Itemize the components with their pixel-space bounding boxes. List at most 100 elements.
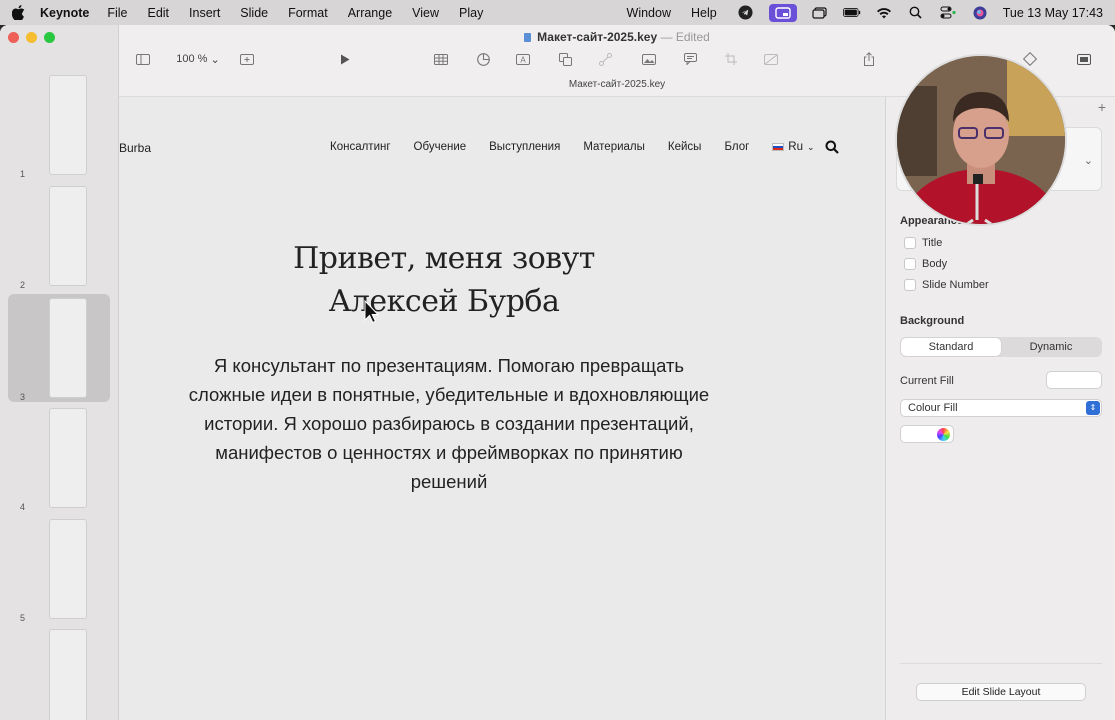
zoom-value: 100 % [176,53,208,65]
wifi-icon[interactable] [875,6,893,20]
site-logo-text[interactable]: Burba [119,141,151,155]
webcam-overlay [895,54,1067,226]
site-navigation: Консалтинг Обучение Выступления Материал… [330,141,833,153]
nav-item-materials[interactable]: Материалы [583,141,645,153]
menu-arrange[interactable]: Arrange [348,6,392,20]
svg-text:A: A [520,55,526,64]
checkbox-box[interactable] [904,279,916,291]
telegram-icon[interactable] [737,5,755,20]
connection-line-icon [597,51,613,67]
up-down-arrows-icon: ⇕ [1086,401,1100,415]
current-fill-label: Current Fill [900,375,954,387]
language-switcher[interactable]: Ru ⌄ [772,141,815,153]
title-checkbox[interactable]: Title [904,237,942,249]
color-wheel-icon[interactable] [937,428,950,441]
nav-item-consulting[interactable]: Консалтинг [330,141,391,153]
search-icon[interactable] [825,140,839,154]
presenter-video-image [897,56,1065,224]
menubar-status-area: Window Help Tue 13 May 17:43 [627,0,1103,25]
russian-flag-icon [772,143,785,151]
menu-slide[interactable]: Slide [240,6,268,20]
slide-preview [49,75,87,175]
slide-number: 3 [20,392,26,402]
chart-icon[interactable] [475,51,491,67]
window-controls [8,32,55,43]
slide-thumbnail[interactable] [8,625,110,720]
nav-item-blog[interactable]: Блог [724,141,749,153]
minimize-window-button[interactable] [26,32,37,43]
document-inspector-icon[interactable] [1075,51,1093,67]
menu-insert[interactable]: Insert [189,6,220,20]
dynamic-segment[interactable]: Dynamic [1001,338,1101,356]
hero-title[interactable]: Привет, меня зовут Алексей Бурба [119,237,769,323]
screen-record-icon[interactable] [768,3,797,22]
play-icon[interactable] [337,51,353,67]
document-filename: Макет-сайт-2025.key [537,30,658,44]
text-box-icon[interactable]: A [515,51,531,67]
slide-thumbnail[interactable]: 2 [8,182,110,290]
slide-number: 4 [20,502,26,512]
standard-segment[interactable]: Standard [901,338,1001,356]
mouse-cursor-icon [364,300,378,324]
chevron-down-icon: ⌄ [210,53,220,66]
slide-thumbnail[interactable]: 5 [8,515,110,623]
slide-number-checkbox[interactable]: Slide Number [904,279,989,291]
crop-icon [723,51,739,67]
hero-title-line: Алексей Бурба [328,284,560,319]
close-window-button[interactable] [8,32,19,43]
slide-number: 1 [20,169,26,179]
table-icon[interactable] [433,51,449,67]
slide-thumbnail[interactable]: 1 [8,71,110,179]
comment-icon[interactable] [682,51,698,67]
document-title: Макет-сайт-2025.key — Edited [119,30,1115,44]
menu-bar: Keynote File Edit Insert Slide Format Ar… [0,0,1115,25]
app-menu[interactable]: Keynote [40,6,89,20]
fill-type-select[interactable]: Colour Fill ⇕ [900,399,1102,417]
slide-thumbnail[interactable]: 4 [8,404,110,512]
fill-type-value: Colour Fill [908,402,958,414]
battery-icon[interactable] [842,6,861,20]
add-slide-icon[interactable] [239,51,255,67]
menu-play[interactable]: Play [459,6,483,20]
hero-body-text[interactable]: Я консультант по презентациям. Помогаю п… [179,351,719,496]
nav-item-speaking[interactable]: Выступления [489,141,560,153]
slide-canvas[interactable]: Burba Консалтинг Обучение Выступления Ма… [119,97,885,720]
menu-view[interactable]: View [412,6,439,20]
checkbox-box[interactable] [904,258,916,270]
spotlight-search-icon[interactable] [907,6,925,20]
nav-item-cases[interactable]: Кейсы [668,141,702,153]
menu-help[interactable]: Help [691,6,717,20]
shape-icon[interactable] [557,51,573,67]
image-placeholder-icon [763,51,779,67]
sidebar-toggle-icon[interactable] [135,51,151,67]
slide-number: 5 [20,613,26,623]
apple-menu-icon[interactable] [10,5,26,21]
edit-slide-layout-button[interactable]: Edit Slide Layout [916,683,1086,701]
slide-preview [49,298,87,398]
siri-icon[interactable] [971,6,989,20]
slide-preview [49,629,87,720]
checkbox-box[interactable] [904,237,916,249]
control-center-icon[interactable] [939,6,957,20]
menubar-clock[interactable]: Tue 13 May 17:43 [1003,6,1103,20]
slide-thumbnail-selected[interactable]: 3 [8,294,110,402]
current-fill-swatch[interactable] [1046,371,1102,389]
background-type-segmented-control: Standard Dynamic [900,337,1102,357]
checkbox-label: Slide Number [922,279,989,291]
body-checkbox[interactable]: Body [904,258,947,270]
language-label: Ru [788,141,803,153]
color-well[interactable] [900,425,954,443]
menu-edit[interactable]: Edit [147,6,169,20]
fullscreen-window-button[interactable] [44,32,55,43]
add-icon[interactable]: + [1094,99,1110,115]
menu-file[interactable]: File [107,6,127,20]
zoom-menu[interactable]: 100 % ⌄ [175,51,221,67]
title-separator: — [660,30,673,44]
nav-item-training[interactable]: Обучение [414,141,467,153]
media-icon[interactable] [641,51,657,67]
window-switch-icon[interactable] [811,6,829,20]
menu-window[interactable]: Window [627,6,671,20]
keynote-file-icon [524,33,532,42]
share-icon[interactable] [861,51,877,67]
menu-format[interactable]: Format [288,6,328,20]
